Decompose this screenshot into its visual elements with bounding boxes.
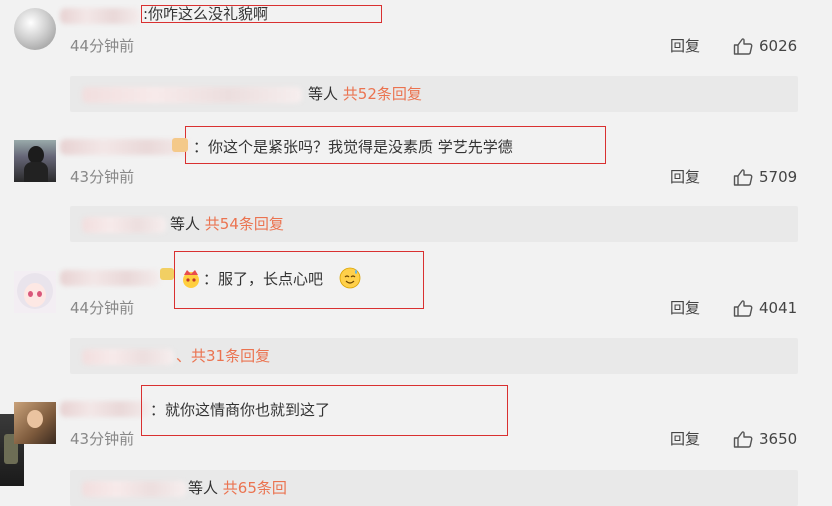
thumbs-up-icon [733, 431, 753, 448]
sub-replies-count-link[interactable]: 共65条回 [223, 479, 287, 497]
username-blurred[interactable] [60, 401, 150, 417]
sub-reply-names-blurred [82, 481, 186, 497]
sub-replies-prefix: 等人 [188, 479, 219, 497]
sub-replies-bar[interactable]: 等人 共65条回 [70, 470, 798, 506]
like-count: 3650 [759, 430, 798, 448]
sub-replies-summary[interactable]: 等人 共65条回 [188, 478, 287, 498]
comment-text: ：就你这情商你也就到这了 [150, 401, 331, 419]
comment-4: ：就你这情商你也就到这了 43分钟前 回复 3650 等人 共65条回 [0, 0, 832, 506]
avatar-face [27, 410, 43, 428]
reply-button[interactable]: 回复 [670, 429, 700, 449]
like-button[interactable]: 3650 [733, 429, 797, 449]
avatar[interactable] [14, 402, 56, 444]
comment-time: 43分钟前 [70, 430, 135, 448]
